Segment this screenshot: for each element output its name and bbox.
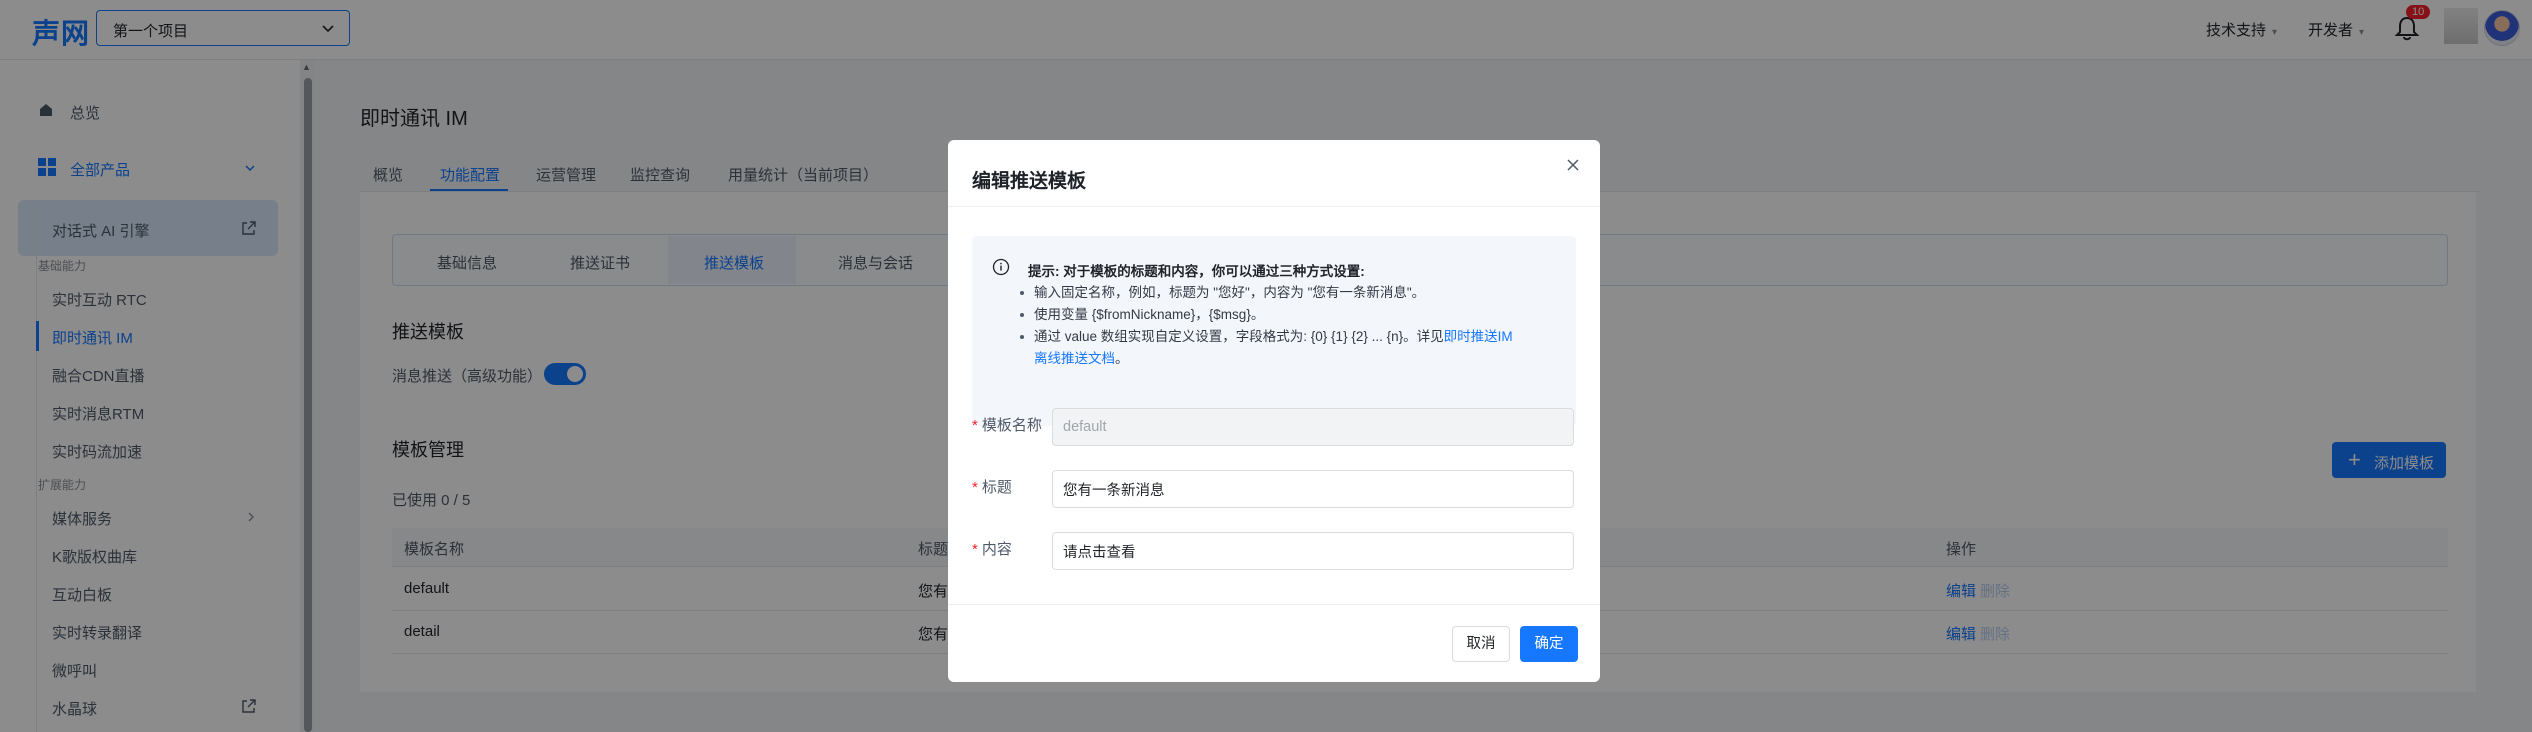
cancel-button[interactable]: 取消: [1452, 626, 1510, 662]
content-input[interactable]: [1052, 532, 1574, 570]
tip-item: 输入固定名称，例如，标题为 "您好"，内容为 "您有一条新消息"。: [1020, 282, 1554, 304]
required-asterisk: *: [972, 479, 978, 496]
dialog-title: 编辑推送模板: [972, 171, 1087, 192]
info-icon: [992, 258, 1010, 276]
dialog-footer-divider: [948, 604, 1600, 605]
dialog-header-divider: [948, 206, 1600, 207]
tip-item: 使用变量 {$fromNickname}，{$msg}。: [1020, 304, 1554, 326]
content-label: * 内容: [972, 541, 1012, 558]
tip-box: 提示: 对于模板的标题和内容，你可以通过三种方式设置: 输入固定名称，例如，标题…: [972, 236, 1576, 426]
tip-item: 通过 value 数组实现自定义设置，字段格式为: {0} {1} {2} ..…: [1020, 326, 1554, 370]
template-name-label: * 模板名称: [972, 417, 1042, 434]
title-input[interactable]: [1052, 470, 1574, 508]
tip-heading: 提示: 对于模板的标题和内容，你可以通过三种方式设置:: [1028, 264, 1365, 279]
title-label: * 标题: [972, 479, 1012, 496]
template-name-input[interactable]: [1052, 408, 1574, 446]
required-asterisk: *: [972, 417, 978, 434]
required-asterisk: *: [972, 541, 978, 558]
confirm-button[interactable]: 确定: [1520, 626, 1578, 662]
offline-push-doc-link[interactable]: 离线推送文档: [1034, 351, 1115, 366]
close-icon[interactable]: [1566, 158, 1580, 172]
im-push-doc-link[interactable]: 即时推送IM: [1444, 329, 1513, 344]
edit-push-template-dialog: 编辑推送模板 提示: 对于模板的标题和内容，你可以通过三种方式设置: 输入固定名…: [948, 140, 1600, 682]
